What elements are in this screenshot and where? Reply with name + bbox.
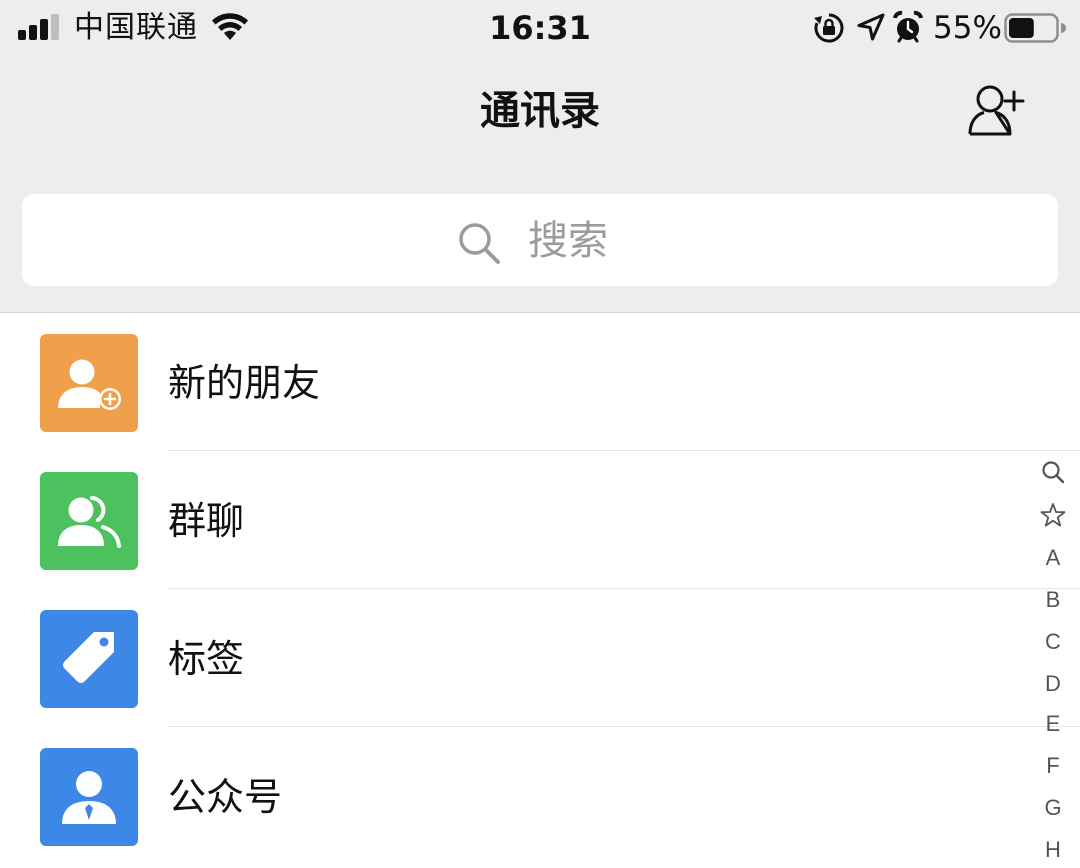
list-item-group-chats[interactable]: 群聊: [0, 451, 1080, 589]
list-item-label: 标签: [168, 637, 245, 681]
list-item-label: 公众号: [168, 775, 283, 819]
alarm-icon: [893, 10, 923, 43]
list-item-tags[interactable]: 标签: [0, 589, 1080, 727]
index-letter-g[interactable]: G: [1034, 794, 1072, 822]
list-item-label: 群聊: [168, 499, 245, 543]
index-letter-c[interactable]: C: [1034, 628, 1072, 656]
contacts-menu-list: 新的朋友 群聊 标签 公众号: [0, 312, 1080, 868]
index-letter-d[interactable]: D: [1034, 670, 1072, 698]
tag-icon: [40, 610, 138, 708]
battery-percent: 55%: [933, 10, 1002, 46]
index-letter-b[interactable]: B: [1034, 586, 1072, 614]
list-item-official-accounts[interactable]: 公众号: [0, 727, 1080, 865]
new-friend-icon: [40, 334, 138, 432]
location-icon: [857, 13, 885, 41]
search-placeholder: 搜索: [528, 218, 608, 264]
official-account-icon: [40, 748, 138, 846]
list-item-new-friends[interactable]: 新的朋友: [0, 313, 1080, 451]
index-letter-h[interactable]: H: [1034, 836, 1072, 864]
status-bar: 中国联通 16:31 55%: [0, 0, 1080, 56]
index-letter-a[interactable]: A: [1034, 544, 1072, 572]
index-letter-f[interactable]: F: [1034, 752, 1072, 780]
search-icon: [459, 223, 500, 264]
group-chat-icon: [40, 472, 138, 570]
battery-icon: [1004, 13, 1066, 43]
index-star-icon[interactable]: [1034, 502, 1072, 528]
rotation-lock-icon: [814, 13, 844, 43]
contacts-screen: 中国联通 16:31 55% 通讯录 搜索 新的朋友 群聊 标签 公众号 A B…: [0, 0, 1080, 868]
alphabet-index[interactable]: A B C D E F G H: [1034, 452, 1072, 868]
page-title: 通讯录: [480, 88, 600, 134]
index-search-icon[interactable]: [1034, 460, 1072, 484]
index-letter-e[interactable]: E: [1034, 710, 1072, 738]
add-contact-icon[interactable]: [962, 82, 1030, 140]
list-item-label: 新的朋友: [168, 361, 321, 405]
